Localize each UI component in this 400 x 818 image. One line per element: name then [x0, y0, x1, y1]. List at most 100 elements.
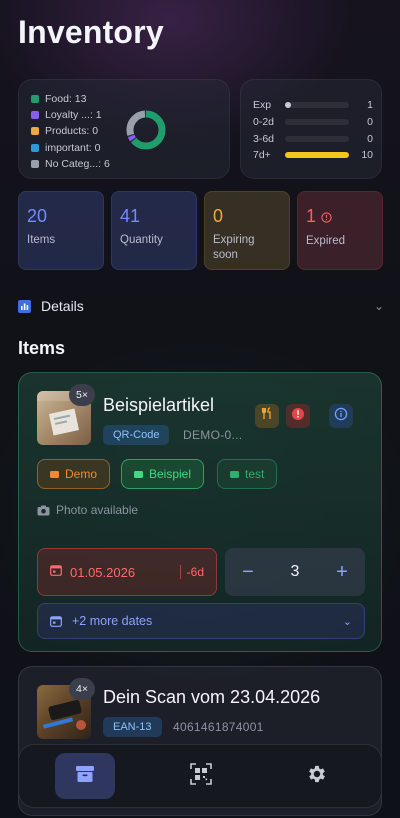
important-flag-button[interactable]	[286, 404, 310, 428]
expiry-bar	[285, 136, 349, 142]
fork-knife-icon	[261, 407, 274, 425]
expiry-value: 0	[367, 116, 373, 128]
expiry-bar-fill	[285, 102, 292, 108]
photo-indicator: Photo available	[37, 503, 138, 517]
stat-label: Quantity	[120, 234, 163, 246]
stat-number: 41	[120, 206, 141, 226]
tag-icon	[50, 470, 59, 478]
expiry-date-field[interactable]: 01.05.2026 -6d	[37, 548, 217, 596]
item-count-badge: 4×	[69, 678, 95, 700]
info-button[interactable]	[329, 404, 353, 428]
legend-item: Food: 13	[31, 91, 110, 107]
legend-label: Loyalty ...: 1	[45, 109, 102, 122]
stat-number: 20	[27, 206, 48, 226]
tag-label: Beispiel	[149, 467, 192, 481]
alert-circle-icon	[321, 207, 332, 228]
decrement-button[interactable]: −	[237, 561, 259, 584]
chevron-down-icon: ⌄	[373, 299, 384, 313]
legend-item: No Categ...: 6	[31, 156, 110, 172]
photo-label: Photo available	[56, 503, 139, 517]
stat-items[interactable]: 20 Items	[18, 191, 104, 270]
item-code: 4061461874001	[173, 720, 264, 734]
nav-scan[interactable]	[171, 753, 231, 799]
tag-label: test	[245, 467, 265, 481]
tag-icon	[134, 470, 143, 478]
legend-item: important: 0	[31, 140, 110, 156]
more-dates-label: +2 more dates	[72, 614, 153, 628]
nav-inventory[interactable]	[55, 753, 115, 799]
expiry-label: 0-2d	[253, 116, 275, 128]
expiry-bar	[285, 119, 349, 125]
page-title: Inventory	[18, 14, 164, 50]
legend-swatch	[31, 111, 39, 120]
calendar-icon	[50, 563, 62, 581]
legend-item: Loyalty ...: 1	[31, 107, 110, 123]
stat-number-value: 1	[306, 206, 317, 226]
item-name: Beispielartikel	[103, 395, 215, 415]
expiry-label: 3-6d	[253, 133, 275, 145]
qr-scan-icon	[190, 762, 212, 790]
item-name: Dein Scan vom 23.04.2026	[103, 687, 321, 707]
category-donut-chart	[126, 110, 166, 150]
stat-expiring-soon[interactable]: 0 Expiring soon	[204, 191, 290, 270]
expiry-date: 01.05.2026	[70, 564, 136, 580]
items-heading: Items	[18, 338, 66, 358]
legend-swatch	[31, 95, 39, 104]
legend-label: important: 0	[45, 141, 101, 154]
item-card[interactable]: 5× Beispielartikel QR-Code DEMO-0... Dem…	[18, 372, 382, 652]
increment-button[interactable]: +	[331, 561, 353, 584]
legend-swatch	[31, 159, 39, 168]
item-code: DEMO-0...	[183, 428, 243, 442]
bar-chart-icon	[18, 299, 31, 313]
expiry-row: 0-2d 0	[253, 114, 373, 130]
expiry-row: 3-6d 0	[253, 131, 373, 147]
category-summary-card: Food: 13 Loyalty ...: 1 Products: 0 impo…	[18, 79, 230, 179]
tag-icon	[230, 470, 239, 478]
legend-item: Products: 0	[31, 123, 110, 139]
tag-chip[interactable]: test	[217, 459, 278, 489]
stat-quantity[interactable]: 41 Quantity	[111, 191, 197, 270]
legend-swatch	[31, 127, 39, 136]
category-legend: Food: 13 Loyalty ...: 1 Products: 0 impo…	[31, 91, 110, 172]
details-label: Details	[41, 298, 84, 314]
stat-label: Items	[27, 234, 56, 246]
legend-swatch	[31, 143, 39, 152]
archive-icon	[75, 765, 95, 788]
legend-label: Products: 0	[45, 125, 99, 138]
legend-label: No Categ...: 6	[45, 157, 110, 170]
tag-chip[interactable]: Demo	[37, 459, 111, 489]
more-dates-toggle[interactable]: +2 more dates ⌄	[37, 603, 365, 639]
expiry-label: 7d+	[253, 149, 271, 161]
expiry-row: Exp 1	[253, 97, 373, 113]
stat-label: Expiring soon	[213, 234, 255, 261]
expiry-row: 7d+ 10	[253, 147, 373, 163]
expiry-bar-fill	[285, 152, 349, 158]
alert-circle-icon	[291, 407, 305, 426]
quantity-stepper: − 3 +	[225, 548, 365, 596]
gear-icon	[306, 763, 328, 790]
legend-label: Food: 13	[45, 93, 87, 106]
tag-label: Demo	[65, 467, 98, 481]
details-toggle[interactable]: Details ⌄	[18, 296, 384, 316]
code-type-badge: EAN-13	[103, 717, 162, 737]
expiry-bar	[285, 152, 349, 158]
expiry-value: 10	[361, 149, 373, 161]
expiry-bar	[285, 102, 349, 108]
expiry-value: 1	[367, 99, 373, 111]
item-count-badge: 5×	[69, 384, 95, 406]
code-type-badge: QR-Code	[103, 425, 170, 445]
expiry-label: Exp	[253, 99, 272, 111]
food-category-button[interactable]	[255, 404, 279, 428]
nav-settings[interactable]	[287, 753, 347, 799]
calendar-icon	[50, 615, 62, 627]
info-icon	[334, 407, 348, 426]
stat-number: 0	[213, 206, 224, 226]
tag-chip[interactable]: Beispiel	[121, 459, 205, 489]
quantity-value: 3	[290, 563, 300, 580]
days-remaining: -6d	[179, 565, 204, 579]
camera-icon	[37, 505, 50, 516]
stat-number: 1	[306, 206, 374, 228]
expiry-value: 0	[367, 133, 373, 145]
stat-expired[interactable]: 1 Expired	[297, 191, 383, 270]
bottom-navigation	[18, 744, 382, 808]
